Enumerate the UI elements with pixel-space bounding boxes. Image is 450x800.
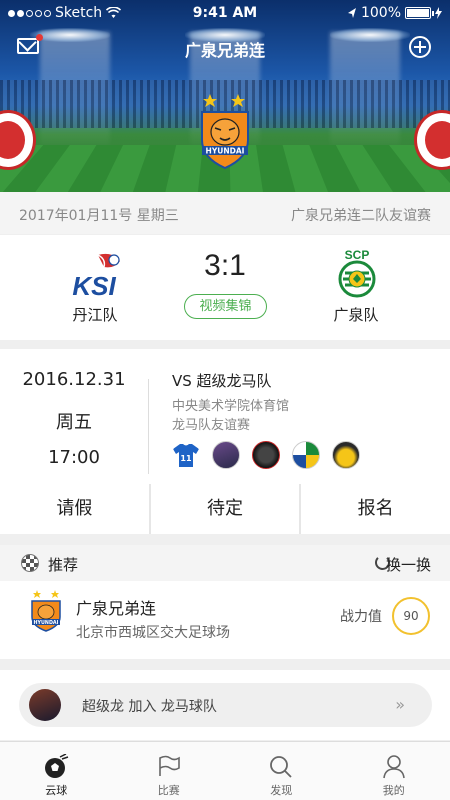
tab-profile[interactable]: 我的 [338,742,450,800]
page-title: 广泉兄弟连 [184,41,265,60]
power-label: 战力值 [340,609,382,625]
tab-label: 我的 [382,784,405,797]
away-team-logo: SCP [338,248,376,298]
checkered-flag-icon [21,554,39,572]
flag-icon [158,755,180,776]
power-value-badge: 90 [392,597,430,635]
crest-text: HYUNDAI [34,620,59,626]
event-time: 17:00 [48,447,100,468]
event-title: VS 超级龙马队 [172,372,272,390]
match-result-card[interactable]: KSI 丹江队 3:1 视频集锦 SCP 广泉队 [0,235,450,340]
add-icon[interactable] [409,36,431,58]
join-notice-bar[interactable]: 超级龙 加入 龙马球队 » [19,683,432,727]
team-crest: HYUNDAI [31,590,61,632]
recommend-title: 推荐 [48,556,79,574]
signup-button[interactable]: 报名 [301,484,450,534]
refresh-button[interactable]: 换一换 [386,554,431,575]
match-date: 2017年01月11号 星期三 [19,208,179,224]
jersey-avatar[interactable]: 11 [172,441,200,469]
event-venue: 中央美术学院体育馆 [172,399,290,414]
tab-label: 云球 [45,784,68,797]
user-avatar [29,689,61,721]
tab-label: 发现 [270,784,293,797]
player-avatar[interactable] [332,441,360,469]
divider [148,379,149,474]
user-icon [382,755,405,779]
crest-text: HYUNDAI [206,147,245,156]
recommended-team[interactable]: HYUNDAI 广泉兄弟连 北京市西城区交大足球场 战力值 90 [0,581,450,659]
hero-banner: Sketch 9:41 AM 100% 广泉兄弟连 HYUNDAI [0,0,450,192]
charging-icon [435,7,442,19]
match-event-name: 广泉兄弟连二队友谊赛 [291,208,431,224]
tab-label: 比赛 [157,784,180,797]
battery-percent: 100% [360,5,401,21]
location-icon [347,8,356,18]
match-score: 3:1 [204,249,246,282]
video-highlights-button[interactable]: 视频集锦 [184,294,267,319]
away-logo-text: SCP [345,248,370,262]
status-bar: Sketch 9:41 AM 100% [0,0,450,26]
away-team-name: 广泉队 [333,306,379,324]
event-weekday: 周五 [56,412,92,433]
tab-match[interactable]: 比赛 [113,742,226,800]
jersey-number: 11 [180,454,192,463]
soccer-ball-icon [45,754,69,778]
recommended-team-name: 广泉兄弟连 [76,599,157,618]
notice-section: 超级龙 加入 龙马球队 » [0,670,450,740]
attendance-actions: 请假 待定 报名 [0,484,450,534]
match-date-row: 2017年01月11号 星期三 广泉兄弟连二队友谊赛 [0,192,450,234]
tab-bar: 云球 比赛 发现 我的 [0,741,450,800]
tab-cloud-ball[interactable]: 云球 [0,742,113,800]
double-chevron-right-icon: » [395,695,405,714]
home-team-name: 丹江队 [72,306,118,324]
recommended-team-address: 北京市西城区交大足球场 [76,625,230,641]
player-avatar[interactable] [292,441,320,469]
battery-icon [405,7,434,19]
event-date: 2016.12.31 [22,369,126,390]
participant-avatars: 11 [172,441,360,469]
upcoming-event-card[interactable]: 2016.12.31 周五 17:00 VS 超级龙马队 中央美术学院体育馆 龙… [0,349,450,484]
event-type: 龙马队友谊赛 [172,418,251,433]
player-avatar[interactable] [212,441,240,469]
team-crest: HYUNDAI [201,94,249,170]
recommend-header: 推荐 换一换 [0,545,450,581]
player-avatar[interactable] [252,441,280,469]
notice-text: 超级龙 加入 龙马球队 [82,699,217,715]
pending-button[interactable]: 待定 [150,484,300,534]
tab-discover[interactable]: 发现 [225,742,338,800]
search-icon [270,756,292,778]
leave-button[interactable]: 请假 [0,484,149,534]
